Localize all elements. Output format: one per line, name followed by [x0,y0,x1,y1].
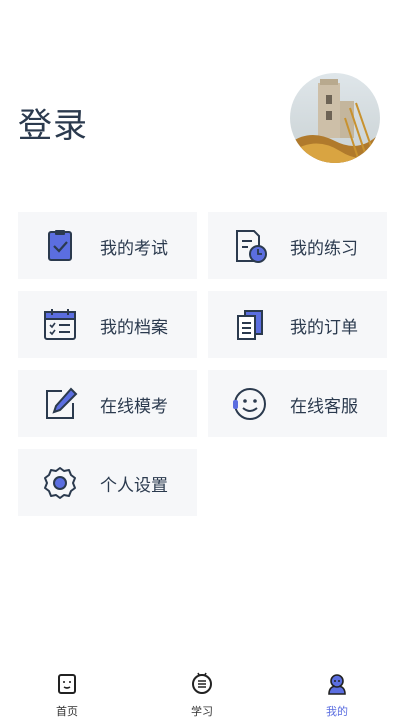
menu-item-label: 我的练习 [290,239,358,259]
exam-icon [48,230,72,261]
menu-item-label: 个人设置 [100,476,168,496]
calendar-icon [44,309,76,340]
practice-icon [236,230,267,263]
menu-item-label: 我的订单 [290,318,358,338]
tab-profile[interactable]: 我的 [297,664,377,720]
menu-item-online-mock-exam[interactable]: 在线模考 [18,370,197,437]
tab-label: 我的 [326,705,348,718]
menu-item-online-support[interactable]: 在线客服 [208,370,387,437]
login-title[interactable]: 登录 [18,98,88,147]
menu-item-my-orders[interactable]: 我的订单 [208,291,387,358]
gear-icon [44,467,76,499]
menu-item-label: 我的考试 [100,239,168,259]
menu-item-my-practice[interactable]: 我的练习 [208,212,387,279]
tab-label: 学习 [191,705,213,718]
edit-icon [46,387,78,419]
avatar-image [290,73,380,163]
menu-item-my-exams[interactable]: 我的考试 [18,212,197,279]
menu-item-personal-settings[interactable]: 个人设置 [18,449,197,516]
tab-home[interactable]: 首页 [27,664,107,720]
study-icon [192,672,212,694]
tab-study[interactable]: 学习 [162,664,242,720]
bottom-tab-bar: 首页 学习 我的 [0,664,405,720]
menu-item-my-records[interactable]: 我的档案 [18,291,197,358]
menu-item-label: 在线模考 [100,397,168,417]
profile-icon [328,674,346,695]
home-icon [58,674,76,694]
tab-label: 首页 [56,705,78,718]
order-icon [237,310,263,340]
avatar[interactable] [290,73,380,163]
menu-item-label: 在线客服 [290,397,358,417]
menu-item-label: 我的档案 [100,318,168,338]
support-icon [233,388,266,420]
